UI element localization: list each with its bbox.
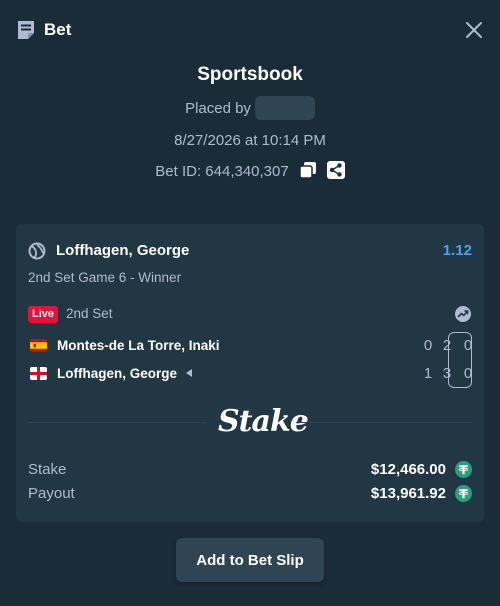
england-flag-icon bbox=[30, 367, 47, 380]
stats-trend-icon[interactable] bbox=[454, 305, 472, 323]
payout-row: Payout $13,961.92 bbox=[28, 484, 472, 504]
bet-datetime: 8/27/2026 at 10:14 PM bbox=[174, 132, 326, 149]
bet-id-line: Bet ID: 644,340,307 bbox=[0, 161, 500, 183]
player-row-2: Loffhagen, George 1 3 0 bbox=[28, 364, 472, 384]
live-badge: Live bbox=[28, 306, 59, 323]
divider bbox=[28, 422, 206, 423]
stake-row: Stake $12,466.00 bbox=[28, 460, 472, 480]
receipt-icon bbox=[18, 21, 34, 39]
modal-header: Bet bbox=[0, 0, 500, 60]
add-to-bet-slip-button[interactable]: Add to Bet Slip bbox=[176, 538, 324, 582]
placed-by-label: Placed by bbox=[185, 99, 251, 117]
stake-logo: Stake bbox=[218, 404, 309, 439]
copy-icon[interactable] bbox=[298, 161, 317, 179]
usdt-coin-icon bbox=[455, 485, 472, 502]
market-name: 2nd Set Game 6 - Winner bbox=[28, 270, 182, 285]
player-name: Montes-de La Torre, Inaki bbox=[57, 338, 220, 353]
divider bbox=[296, 422, 472, 423]
hidden-username-pill[interactable] bbox=[254, 96, 315, 120]
modal-title: Bet bbox=[44, 20, 72, 39]
bet-source: Sportsbook bbox=[197, 64, 303, 85]
player-score-sets: 1 bbox=[423, 365, 433, 382]
payout-amount: $13,961.92 bbox=[370, 485, 446, 502]
placed-by-line: Placed by bbox=[0, 96, 500, 121]
share-icon[interactable] bbox=[326, 161, 345, 180]
close-icon[interactable] bbox=[463, 19, 485, 41]
spain-flag-icon bbox=[30, 339, 47, 352]
stake-label: Stake bbox=[28, 461, 67, 478]
player-row-1: Montes-de La Torre, Inaki 0 2 0 bbox=[28, 336, 472, 356]
selection-odds: 1.12 bbox=[442, 242, 472, 259]
bet-id-label: Bet ID: 644,340,307 bbox=[155, 163, 289, 180]
player-name: Loffhagen, George bbox=[57, 366, 178, 381]
tennis-ball-icon bbox=[28, 242, 46, 260]
match-status: 2nd Set bbox=[66, 306, 113, 321]
player-score-sets: 0 bbox=[423, 337, 433, 354]
payout-label: Payout bbox=[28, 485, 75, 502]
bet-card: Loffhagen, George 1.12 2nd Set Game 6 - … bbox=[16, 224, 484, 522]
current-points-box bbox=[448, 332, 472, 388]
serving-indicator-icon bbox=[186, 369, 192, 377]
usdt-coin-icon bbox=[455, 461, 472, 478]
stake-amount: $12,466.00 bbox=[370, 461, 446, 478]
selection-name[interactable]: Loffhagen, George bbox=[56, 242, 189, 260]
